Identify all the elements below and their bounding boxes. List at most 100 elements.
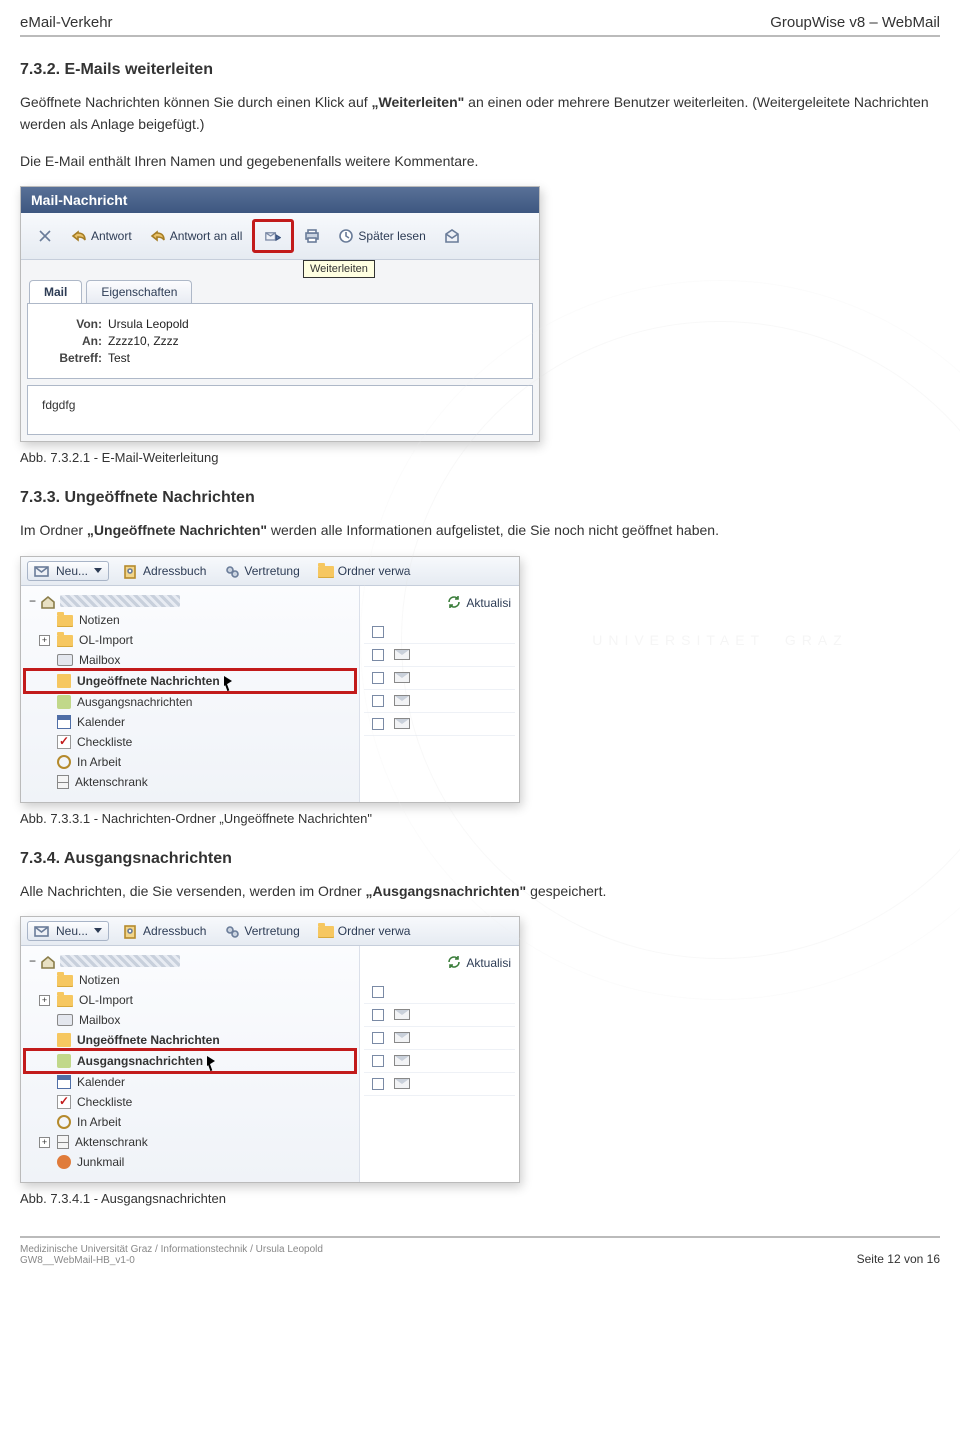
list-item[interactable] bbox=[364, 1050, 515, 1073]
folder-sent[interactable]: Ausgangsnachrichten bbox=[25, 1050, 355, 1072]
tree-root[interactable]: − bbox=[25, 952, 355, 970]
collapse-icon[interactable]: − bbox=[29, 954, 36, 968]
open-mail-icon bbox=[444, 228, 460, 244]
list-item[interactable] bbox=[364, 621, 515, 644]
mail-icon bbox=[394, 1055, 410, 1066]
heading-7-3-3: 7.3.3. Ungeöffnete Nachrichten bbox=[20, 489, 940, 507]
mail-icon bbox=[394, 1032, 410, 1043]
expand-icon[interactable]: + bbox=[39, 635, 50, 646]
new-button[interactable]: Neu... bbox=[27, 561, 109, 581]
folder-unread[interactable]: Ungeöffnete Nachrichten bbox=[25, 670, 355, 692]
folder-notizen[interactable]: Notizen bbox=[25, 610, 355, 630]
mail-tabs: Mail Eigenschaften bbox=[21, 280, 539, 303]
footer-org: Medizinische Universität Graz / Informat… bbox=[20, 1244, 323, 1255]
addressbook-button[interactable]: Adressbuch bbox=[115, 562, 214, 580]
reply-button[interactable]: Antwort bbox=[63, 225, 140, 247]
addressbook-icon bbox=[123, 924, 139, 938]
tree-root[interactable]: − bbox=[25, 592, 355, 610]
dropdown-caret-icon bbox=[94, 568, 102, 573]
new-mail-icon bbox=[34, 924, 50, 938]
junkmail-icon bbox=[57, 1155, 71, 1169]
checkbox[interactable] bbox=[372, 626, 384, 638]
forward-button[interactable] bbox=[252, 219, 294, 253]
in-progress-icon bbox=[57, 1115, 71, 1129]
folder-ol-import[interactable]: +OL-Import bbox=[25, 990, 355, 1010]
list-item[interactable] bbox=[364, 1027, 515, 1050]
refresh-icon bbox=[446, 594, 462, 613]
folder-ol-import[interactable]: +OL-Import bbox=[25, 630, 355, 650]
checkbox[interactable] bbox=[372, 1009, 384, 1021]
checkbox[interactable] bbox=[372, 718, 384, 730]
running-header-right: GroupWise v8 – WebMail bbox=[770, 14, 940, 31]
manage-folders-button[interactable]: Ordner verwa bbox=[310, 922, 419, 940]
collapse-icon[interactable]: − bbox=[29, 594, 36, 608]
checkbox[interactable] bbox=[372, 649, 384, 661]
refresh-icon bbox=[446, 954, 462, 973]
folder-cabinet[interactable]: +Aktenschrank bbox=[25, 1132, 355, 1152]
folder-cabinet[interactable]: Aktenschrank bbox=[25, 772, 355, 792]
read-later-button[interactable]: Später lesen bbox=[330, 225, 433, 247]
folder-sent[interactable]: Ausgangsnachrichten bbox=[25, 692, 355, 712]
mail-icon bbox=[394, 695, 410, 706]
folder-mailbox[interactable]: Mailbox bbox=[25, 650, 355, 670]
cabinet-icon bbox=[57, 1135, 69, 1149]
new-button[interactable]: Neu... bbox=[27, 921, 109, 941]
folder-junkmail[interactable]: Junkmail bbox=[25, 1152, 355, 1172]
print-button[interactable] bbox=[296, 225, 328, 247]
checkbox[interactable] bbox=[372, 1055, 384, 1067]
addressbook-button[interactable]: Adressbuch bbox=[115, 922, 214, 940]
folder-calendar[interactable]: Kalender bbox=[25, 1072, 355, 1092]
screenshot-mail-nachricht: Mail-Nachricht Antwort Antwort an all Sp… bbox=[20, 186, 540, 442]
reply-all-button[interactable]: Antwort an all bbox=[142, 225, 251, 247]
folder-checklist[interactable]: Checkliste bbox=[25, 732, 355, 752]
refresh-button[interactable]: Aktualisi bbox=[466, 956, 511, 970]
list-item[interactable] bbox=[364, 667, 515, 690]
expand-icon[interactable]: + bbox=[39, 995, 50, 1006]
list-item[interactable] bbox=[364, 690, 515, 713]
checkbox[interactable] bbox=[372, 695, 384, 707]
running-header-left: eMail-Verkehr bbox=[20, 14, 113, 31]
refresh-button[interactable]: Aktualisi bbox=[466, 596, 511, 610]
checkbox[interactable] bbox=[372, 1078, 384, 1090]
tab-eigenschaften[interactable]: Eigenschaften bbox=[86, 280, 192, 303]
checkbox[interactable] bbox=[372, 986, 384, 998]
root-account-label bbox=[60, 955, 180, 967]
screenshot-folders-unread: Neu... Adressbuch Vertretung Ordner verw… bbox=[20, 556, 520, 803]
list-item[interactable] bbox=[364, 713, 515, 736]
tab-mail[interactable]: Mail bbox=[29, 280, 82, 303]
heading-7-3-2: 7.3.2. E-Mails weiterleiten bbox=[20, 61, 940, 79]
folder-in-progress[interactable]: In Arbeit bbox=[25, 752, 355, 772]
open-mail-button[interactable] bbox=[436, 225, 468, 247]
folder-icon bbox=[57, 975, 73, 987]
manage-folders-button[interactable]: Ordner verwa bbox=[310, 562, 419, 580]
folder-checklist[interactable]: Checkliste bbox=[25, 1092, 355, 1112]
list-item[interactable] bbox=[364, 644, 515, 667]
mail-icon bbox=[394, 718, 410, 729]
print-icon bbox=[304, 228, 320, 244]
proxy-button[interactable]: Vertretung bbox=[216, 562, 307, 580]
sent-folder-icon bbox=[57, 695, 71, 709]
folder-calendar[interactable]: Kalender bbox=[25, 712, 355, 732]
message-list: Aktualisi bbox=[360, 586, 519, 802]
folder-unread[interactable]: Ungeöffnete Nachrichten bbox=[25, 1030, 355, 1050]
mail-icon bbox=[394, 649, 410, 660]
folder-in-progress[interactable]: In Arbeit bbox=[25, 1112, 355, 1132]
expand-icon[interactable]: + bbox=[39, 1137, 50, 1148]
folder-notizen[interactable]: Notizen bbox=[25, 970, 355, 990]
para-734: Alle Nachrichten, die Sie versenden, wer… bbox=[20, 880, 940, 902]
caption-fig-7321: Abb. 7.3.2.1 - E-Mail-Weiterleitung bbox=[20, 450, 940, 465]
close-button[interactable] bbox=[29, 225, 61, 247]
checkbox[interactable] bbox=[372, 1032, 384, 1044]
home-icon bbox=[40, 594, 56, 608]
list-item[interactable] bbox=[364, 1073, 515, 1096]
list-item[interactable] bbox=[364, 1004, 515, 1027]
folder-tree: − Notizen +OL-Import Mailbox Ungeöffnete… bbox=[21, 586, 360, 802]
value-von: Ursula Leopold bbox=[108, 317, 189, 331]
folder-mailbox[interactable]: Mailbox bbox=[25, 1010, 355, 1030]
list-item[interactable] bbox=[364, 981, 515, 1004]
calendar-icon bbox=[57, 715, 71, 729]
checkbox[interactable] bbox=[372, 672, 384, 684]
proxy-button[interactable]: Vertretung bbox=[216, 922, 307, 940]
mail-icon bbox=[394, 1009, 410, 1020]
home-icon bbox=[40, 954, 56, 968]
